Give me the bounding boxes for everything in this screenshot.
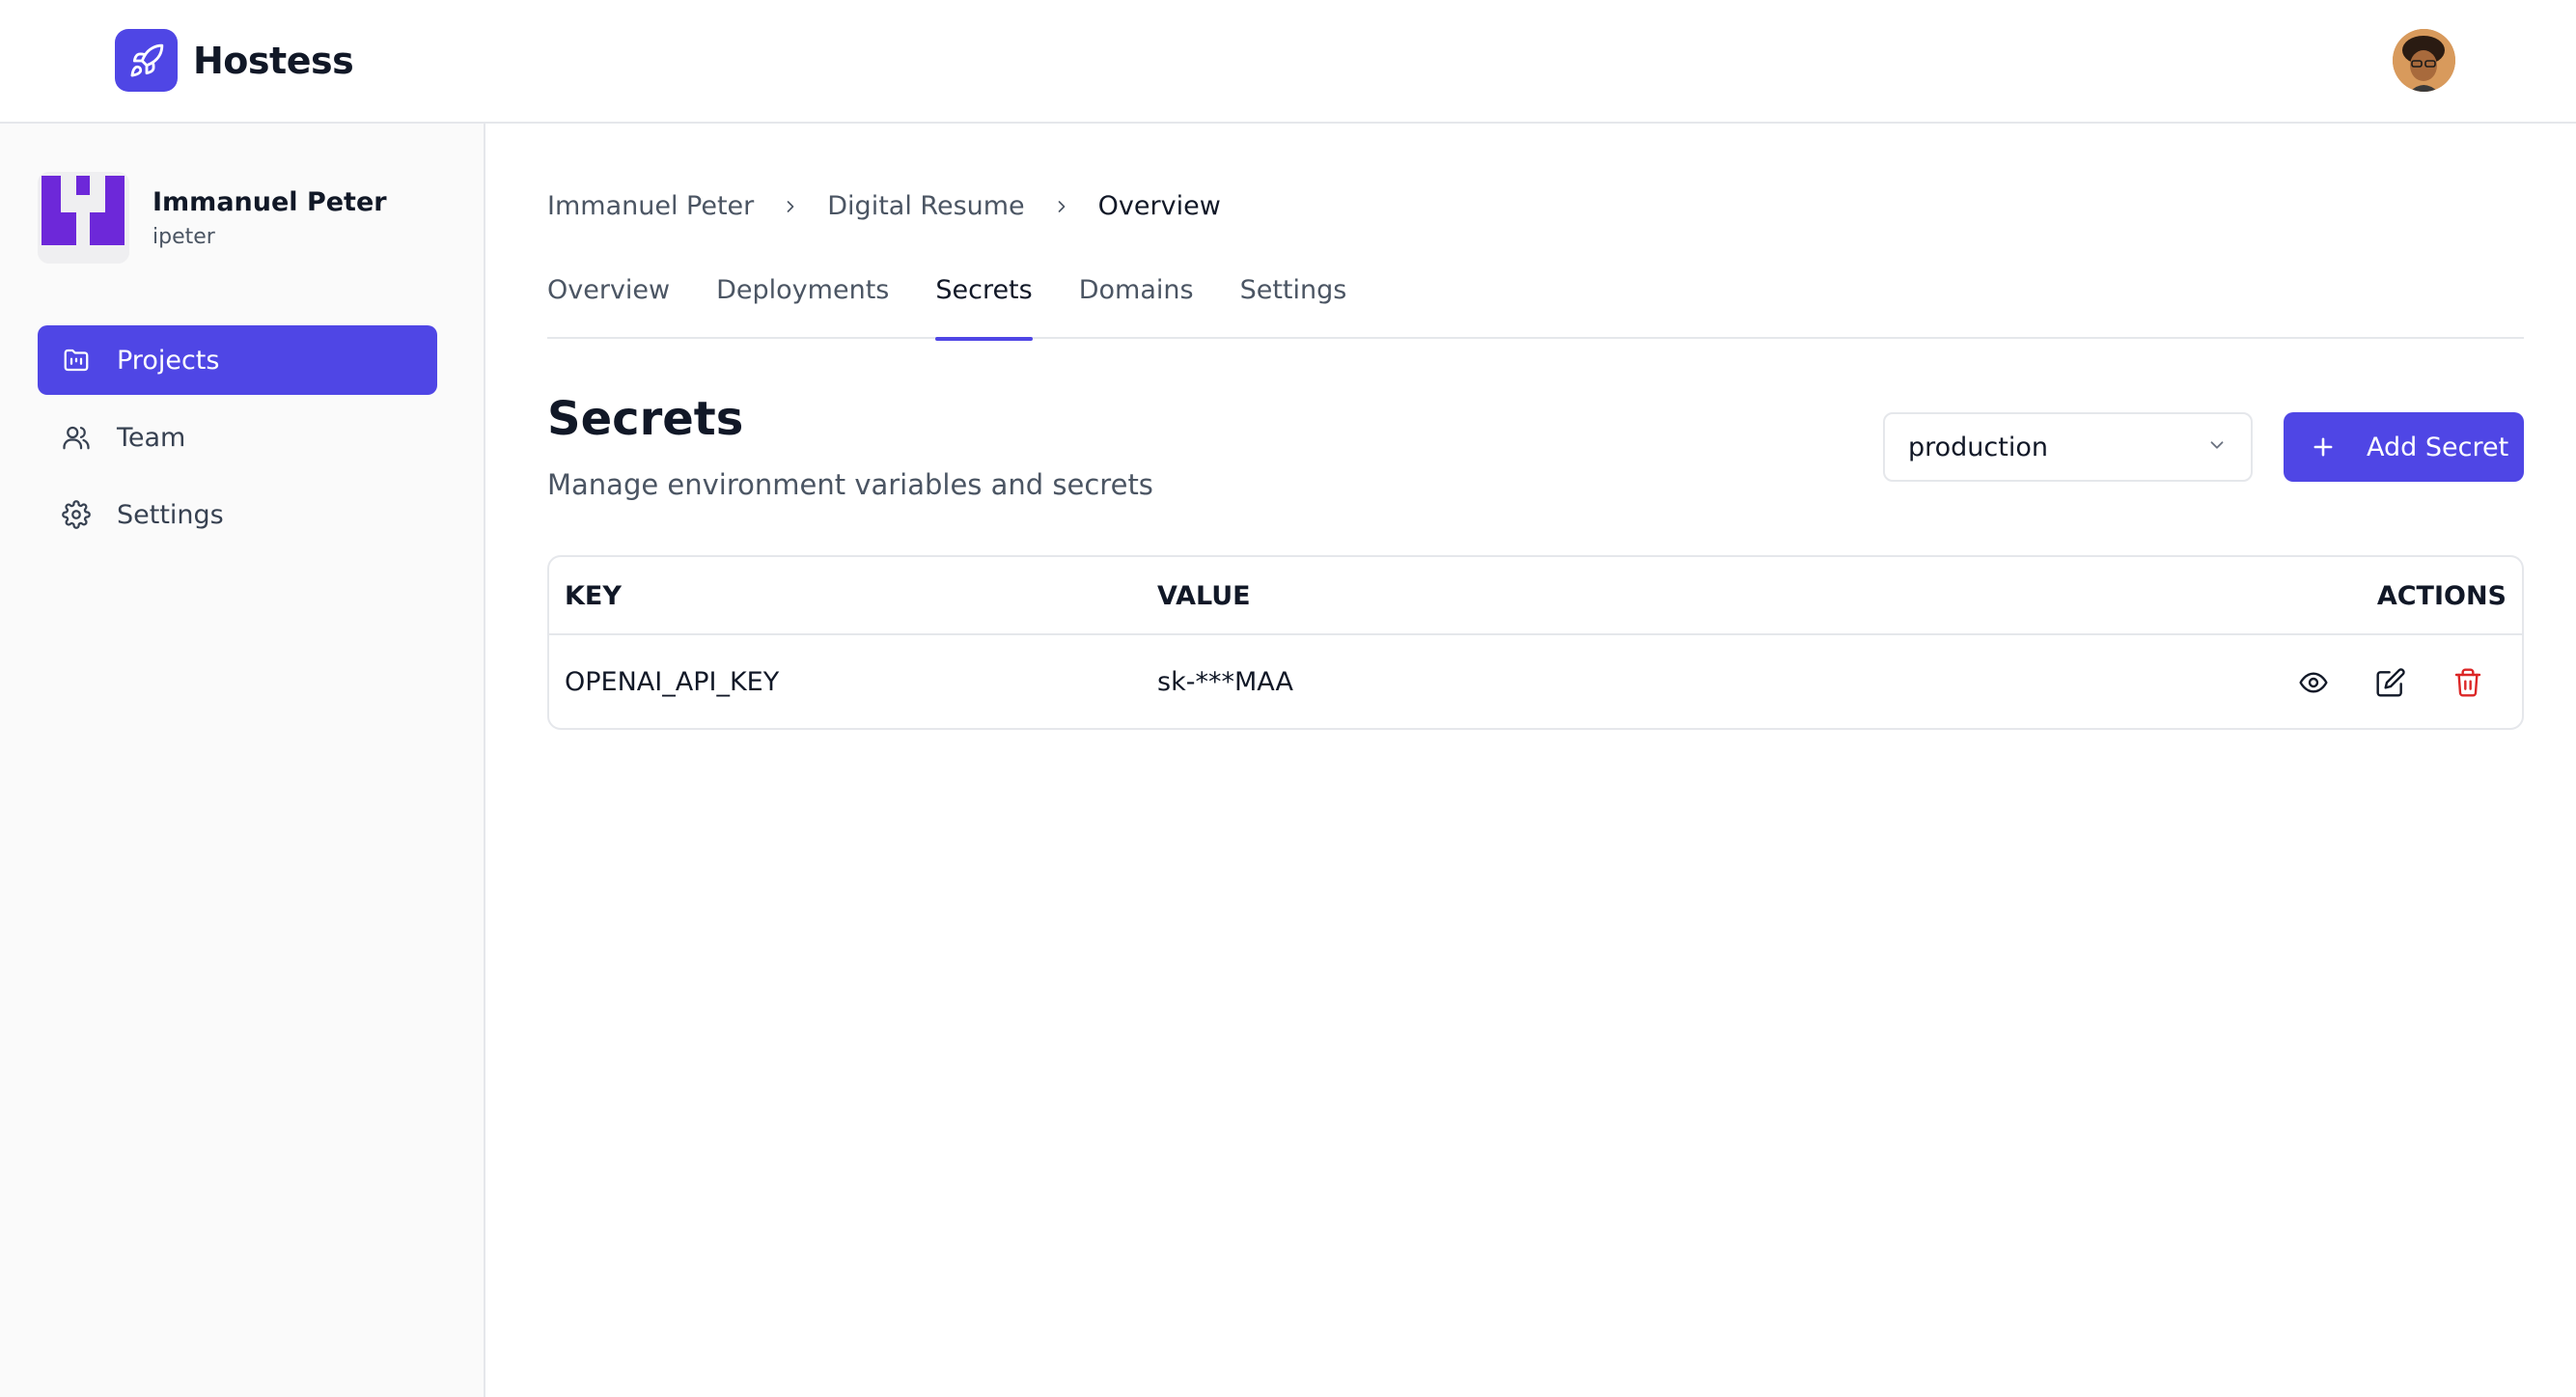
tab-secrets[interactable]: Secrets <box>935 268 1034 341</box>
sidebar-item-label: Projects <box>117 345 220 376</box>
breadcrumb: Immanuel Peter Digital Resume Overview <box>547 191 1221 221</box>
column-header-actions: ACTIONS <box>2376 581 2507 611</box>
sidebar-item-projects[interactable]: Projects <box>38 325 437 395</box>
sidebar-item-team[interactable]: Team <box>38 403 437 472</box>
chevron-right-icon <box>1052 197 1071 216</box>
user-avatar[interactable] <box>2393 29 2455 92</box>
plus-icon <box>2309 433 2338 461</box>
profile-avatar <box>38 172 129 264</box>
tab-settings[interactable]: Settings <box>1240 268 1347 339</box>
users-icon <box>61 422 92 453</box>
profile-name: Immanuel Peter <box>152 186 387 217</box>
table-header: KEY VALUE ACTIONS <box>549 557 2522 635</box>
sidebar-item-settings[interactable]: Settings <box>38 480 437 549</box>
breadcrumb-item-project[interactable]: Digital Resume <box>827 191 1024 221</box>
add-secret-label: Add Secret <box>2367 432 2509 462</box>
column-header-value: VALUE <box>1157 581 1251 611</box>
row-actions <box>2257 635 2489 728</box>
tab-domains[interactable]: Domains <box>1079 268 1194 339</box>
app-logo[interactable]: Hostess <box>115 29 354 92</box>
sidebar-nav: Projects Team Settings <box>38 325 437 557</box>
trash-icon <box>2454 668 2481 697</box>
environment-select-value: production <box>1908 432 2048 462</box>
gear-icon <box>61 499 92 530</box>
view-secret-button[interactable] <box>2292 661 2335 704</box>
user-profile[interactable]: Immanuel Peter ipeter <box>38 172 387 264</box>
secret-value: sk-***MAA <box>1157 667 1293 697</box>
rocket-icon <box>115 29 178 92</box>
folder-icon <box>61 345 92 376</box>
sidebar: Immanuel Peter ipeter Projects Team Sett… <box>0 124 485 1397</box>
profile-handle: ipeter <box>152 224 215 249</box>
breadcrumb-item-user[interactable]: Immanuel Peter <box>547 191 754 221</box>
tab-overview[interactable]: Overview <box>547 268 670 339</box>
eye-icon <box>2299 672 2328 693</box>
page-subtitle: Manage environment variables and secrets <box>547 468 1153 501</box>
tab-deployments[interactable]: Deployments <box>716 268 889 339</box>
environment-select[interactable]: production <box>1883 412 2253 482</box>
secrets-table: KEY VALUE ACTIONS OPENAI_API_KEY sk-***M… <box>547 555 2524 730</box>
add-secret-button[interactable]: Add Secret <box>2284 412 2524 482</box>
app-name: Hostess <box>193 39 354 82</box>
chevron-down-icon <box>2206 433 2228 462</box>
page-title: Secrets <box>547 392 744 446</box>
top-bar: Hostess <box>0 0 2576 124</box>
sidebar-item-label: Settings <box>117 499 224 530</box>
edit-icon <box>2376 668 2405 697</box>
project-tabs: Overview Deployments Secrets Domains Set… <box>547 268 2524 341</box>
table-row: OPENAI_API_KEY sk-***MAA <box>549 635 2522 728</box>
column-header-key: KEY <box>565 581 622 611</box>
secret-key: OPENAI_API_KEY <box>565 667 780 697</box>
edit-secret-button[interactable] <box>2369 661 2412 704</box>
sidebar-item-label: Team <box>117 422 186 453</box>
delete-secret-button[interactable] <box>2447 661 2489 704</box>
breadcrumb-item-current: Overview <box>1097 191 1221 221</box>
chevron-right-icon <box>781 197 800 216</box>
